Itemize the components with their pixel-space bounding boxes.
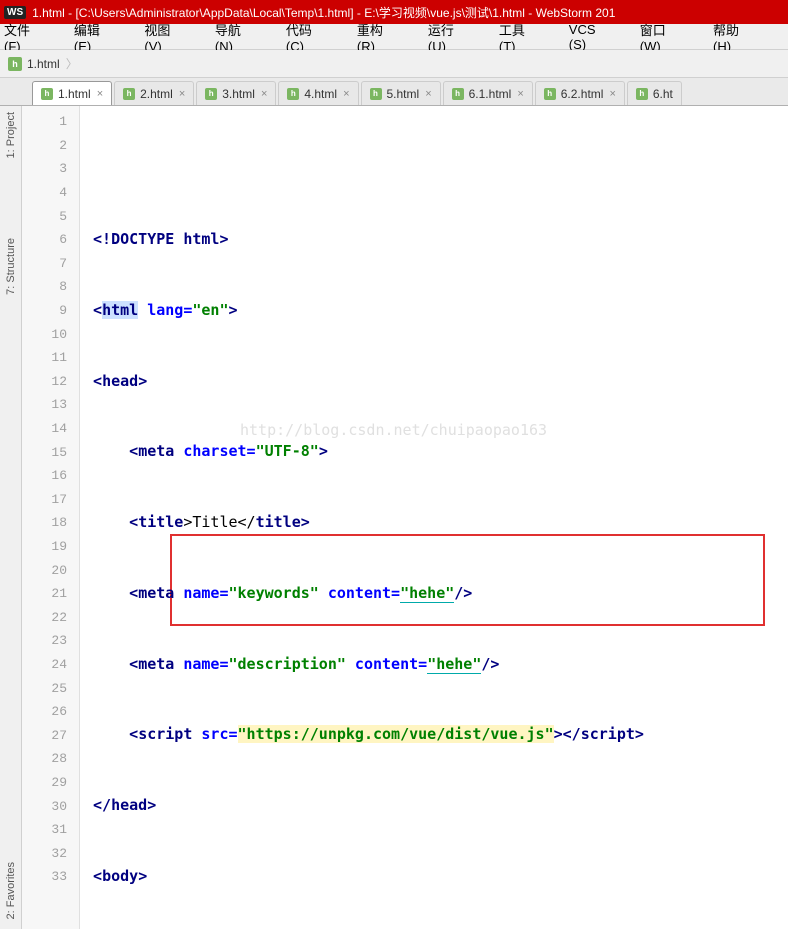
menu-code[interactable]: 代码 (C): [286, 20, 343, 54]
line-number: 26: [22, 700, 79, 724]
menu-edit[interactable]: 编辑 (E): [74, 20, 130, 54]
line-number: 29: [22, 771, 79, 795]
watermark-text: http://blog.csdn.net/chuipaopao163: [240, 419, 547, 443]
tab-label: 6.ht: [653, 87, 673, 101]
close-icon[interactable]: ×: [343, 88, 349, 100]
line-number: 31: [22, 818, 79, 842]
line-number: 15: [22, 440, 79, 464]
line-number-gutter: 1234567891011121314151617181920212223242…: [22, 106, 80, 929]
line-number: 5: [22, 204, 79, 228]
html-file-icon: h: [544, 88, 556, 100]
menu-bar: 文件 (F) 编辑 (E) 视图 (V) 导航 (N) 代码 (C) 重构 (R…: [0, 24, 788, 50]
menu-tools[interactable]: 工具 (T): [499, 20, 555, 54]
close-icon[interactable]: ×: [97, 88, 103, 100]
html-file-icon: h: [8, 57, 22, 71]
line-number: 16: [22, 464, 79, 488]
line-number: 9: [22, 299, 79, 323]
breadcrumb-file[interactable]: 1.html: [27, 57, 60, 71]
window-title: 1.html - [C:\Users\Administrator\AppData…: [32, 4, 615, 21]
line-number: 3: [22, 157, 79, 181]
menu-view[interactable]: 视图 (V): [144, 20, 200, 54]
line-number: 6: [22, 228, 79, 252]
annotation-red-box: [170, 534, 765, 626]
close-icon[interactable]: ×: [179, 88, 185, 100]
line-number: 12: [22, 370, 79, 394]
line-number: 4: [22, 181, 79, 205]
tab-6-2-html[interactable]: h 6.2.html ×: [535, 81, 625, 105]
html-file-icon: h: [123, 88, 135, 100]
menu-vcs[interactable]: VCS (S): [569, 22, 626, 52]
menu-run[interactable]: 运行 (U): [428, 20, 485, 54]
line-number: 10: [22, 322, 79, 346]
line-number: 14: [22, 417, 79, 441]
html-file-icon: h: [370, 88, 382, 100]
tab-label: 3.html: [222, 87, 255, 101]
close-icon[interactable]: ×: [261, 88, 267, 100]
line-number: 11: [22, 346, 79, 370]
html-file-icon: h: [636, 88, 648, 100]
menu-help[interactable]: 帮助 (H): [713, 20, 770, 54]
tab-3-html[interactable]: h 3.html ×: [196, 81, 276, 105]
line-number: 30: [22, 794, 79, 818]
tab-label: 4.html: [304, 87, 337, 101]
menu-navigate[interactable]: 导航 (N): [215, 20, 272, 54]
breadcrumb-separator: 〉: [66, 55, 78, 72]
line-number: 32: [22, 841, 79, 865]
line-number: 13: [22, 393, 79, 417]
html-file-icon: h: [205, 88, 217, 100]
close-icon[interactable]: ×: [609, 88, 615, 100]
line-number: 25: [22, 676, 79, 700]
line-number: 7: [22, 252, 79, 276]
html-file-icon: h: [287, 88, 299, 100]
tab-2-html[interactable]: h 2.html ×: [114, 81, 194, 105]
menu-window[interactable]: 窗口 (W): [640, 20, 699, 54]
tab-1-html[interactable]: h 1.html ×: [32, 81, 112, 105]
tab-label: 5.html: [387, 87, 420, 101]
tab-label: 6.1.html: [469, 87, 512, 101]
line-number: 27: [22, 723, 79, 747]
tool-strip-left: 1: Project 7: Structure 2: Favorites: [0, 106, 22, 929]
line-number: 33: [22, 865, 79, 889]
line-number: 21: [22, 582, 79, 606]
menu-file[interactable]: 文件 (F): [4, 20, 60, 54]
menu-refactor[interactable]: 重构 (R): [357, 20, 414, 54]
tab-label: 1.html: [58, 87, 91, 101]
line-number: 19: [22, 535, 79, 559]
tool-favorites[interactable]: 2: Favorites: [5, 862, 17, 919]
line-number: 28: [22, 747, 79, 771]
html-file-icon: h: [452, 88, 464, 100]
tab-5-html[interactable]: h 5.html ×: [361, 81, 441, 105]
line-number: 17: [22, 488, 79, 512]
breadcrumb: h 1.html 〉: [0, 50, 788, 78]
tab-4-html[interactable]: h 4.html ×: [278, 81, 358, 105]
main-area: 1: Project 7: Structure 2: Favorites 123…: [0, 106, 788, 929]
close-icon[interactable]: ×: [517, 88, 523, 100]
line-number: 20: [22, 558, 79, 582]
line-number: 24: [22, 653, 79, 677]
tab-6-1-html[interactable]: h 6.1.html ×: [443, 81, 533, 105]
line-number: 23: [22, 629, 79, 653]
tool-structure[interactable]: 7: Structure: [5, 238, 17, 295]
editor-tab-bar: h 1.html × h 2.html × h 3.html × h 4.htm…: [0, 78, 788, 106]
tab-label: 6.2.html: [561, 87, 604, 101]
line-number: 1: [22, 110, 79, 134]
close-icon[interactable]: ×: [425, 88, 431, 100]
line-number: 2: [22, 134, 79, 158]
app-badge: WS: [4, 6, 26, 19]
line-number: 8: [22, 275, 79, 299]
code-editor[interactable]: http://blog.csdn.net/chuipaopao163 <!DOC…: [80, 106, 788, 929]
line-number: 22: [22, 605, 79, 629]
line-number: 18: [22, 511, 79, 535]
html-file-icon: h: [41, 88, 53, 100]
tab-6-html-partial[interactable]: h 6.ht: [627, 81, 682, 105]
tool-project[interactable]: 1: Project: [5, 112, 17, 158]
tab-label: 2.html: [140, 87, 173, 101]
